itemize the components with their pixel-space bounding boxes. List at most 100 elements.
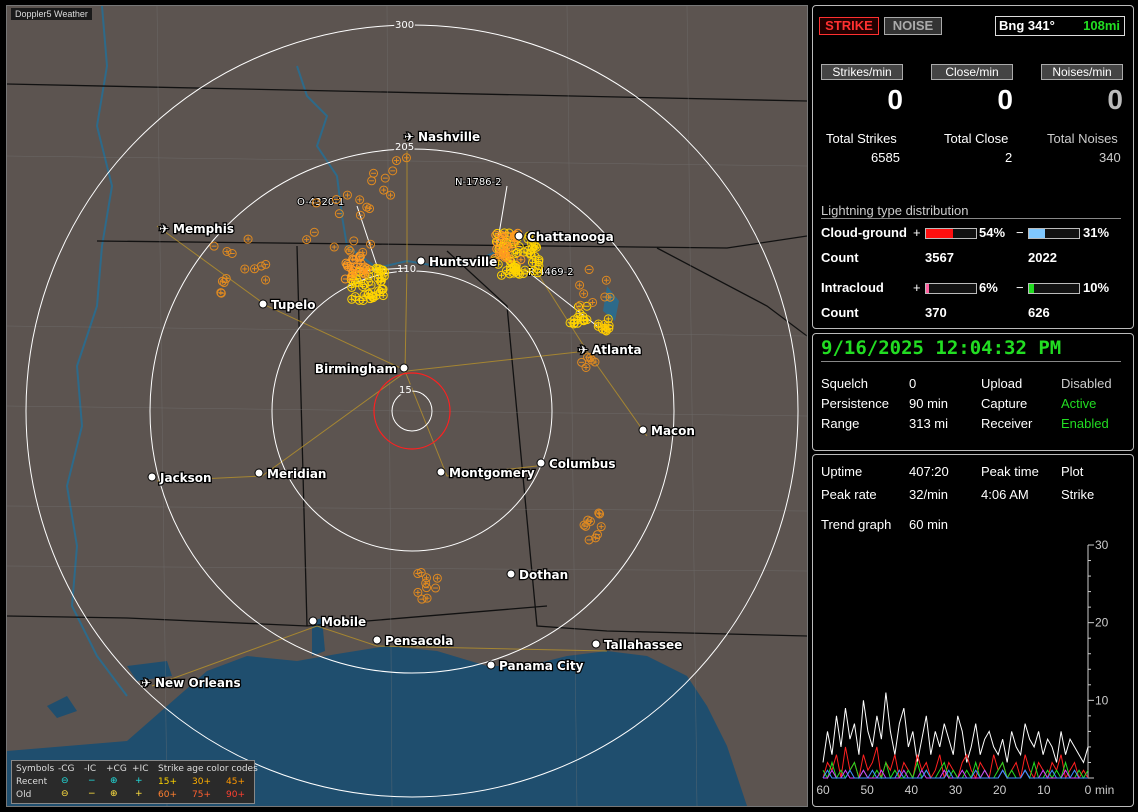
noises-per-min-value: 0 [1107, 84, 1123, 115]
strike-marker [309, 227, 319, 237]
age-15: 15+ [158, 777, 177, 787]
strike-tab[interactable]: STRIKE [819, 17, 879, 35]
cloud-ground-label: Cloud-ground [821, 225, 907, 240]
strike-marker [302, 235, 312, 245]
gulf-coast-river [47, 696, 77, 718]
svg-text:✈: ✈ [141, 676, 151, 690]
trend-x-tick-label: 50 [860, 783, 874, 797]
strike-marker [209, 241, 219, 251]
svg-text:Dothan: Dothan [519, 568, 568, 582]
cg-positive-bar [925, 228, 977, 239]
trend-x-tick-label: 40 [905, 783, 919, 797]
mississippi-river [65, 6, 128, 697]
ring-label-110: 110 [397, 264, 416, 275]
city-tallahassee: Tallahassee [591, 637, 684, 653]
cg-positive-pct: 54% [979, 225, 1006, 240]
strikes-per-min-value: 0 [887, 84, 903, 115]
city-memphis: ✈ Memphis [158, 221, 235, 238]
strike-stats-panel: STRIKE NOISE Bng 341° 108mi Strikes/min … [812, 5, 1134, 329]
map-canvas[interactable]: 300 205 110 15 O-4320-1 N-1786-2 R-4469-… [7, 6, 807, 806]
persistence-value: 90 min [909, 396, 949, 411]
age-90: 90+ [226, 790, 245, 800]
age-60: 60+ [158, 790, 177, 800]
storm-label-r4469: R-4469-2 [528, 267, 574, 278]
storm-label-n1786: N-1786-2 [455, 177, 502, 188]
uptime-value: 407:20 [909, 464, 949, 479]
cg-count-label: Count [821, 250, 859, 265]
legend-header-neg-cg: -CG [58, 764, 75, 774]
strikes-per-min-button[interactable]: Strikes/min [821, 64, 903, 80]
ic-negative-sign: − [1016, 280, 1024, 295]
city-tupelo: Tupelo [258, 297, 317, 313]
persistence-label: Persistence [821, 396, 889, 411]
svg-text:✈: ✈ [404, 130, 414, 144]
city-atlanta: ✈ Atlanta [577, 342, 643, 359]
trend-x-tick-label: 30 [949, 783, 963, 797]
city-dothan: Dothan [506, 567, 569, 583]
svg-text:Columbus: Columbus [549, 457, 616, 471]
ring-label-300: 300 [395, 20, 414, 31]
status-panel: 9/16/2025 12:04:32 PM Squelch 0 Upload D… [812, 333, 1134, 451]
pos-cg-old-icon: ⊕ [110, 789, 118, 799]
svg-text:New Orleans: New Orleans [155, 676, 241, 690]
trend-panel: Uptime 407:20 Peak time Plot Peak rate 3… [812, 454, 1134, 807]
strike-marker [256, 261, 266, 271]
svg-text:Meridian: Meridian [267, 467, 326, 481]
city-pensacola: Pensacola [372, 633, 455, 649]
strike-markers [209, 153, 615, 604]
legend-old-label: Old [16, 790, 32, 800]
noise-tab[interactable]: NOISE [884, 17, 942, 35]
ring-label-15: 15 [399, 385, 412, 396]
trend-x-tick-label: 20 [993, 783, 1007, 797]
total-close-value: 2 [1005, 150, 1013, 165]
strike-marker [367, 176, 377, 186]
strike-marker [516, 255, 526, 265]
strike-marker [222, 246, 232, 256]
age-45: 45+ [226, 777, 245, 787]
strike-marker [240, 264, 250, 274]
plot-value[interactable]: Strike [1061, 487, 1094, 502]
city-birmingham: Birmingham [314, 361, 409, 377]
noises-per-min-button[interactable]: Noises/min [1041, 64, 1123, 80]
datetime-display: 9/16/2025 12:04:32 PM [821, 337, 1121, 362]
strike-marker [216, 288, 226, 298]
strike-marker [261, 275, 271, 285]
svg-text:Chattanooga: Chattanooga [527, 230, 614, 244]
svg-text:Birmingham: Birmingham [315, 362, 397, 376]
ic-positive-pct: 6% [979, 280, 998, 295]
ic-negative-bar [1028, 283, 1080, 294]
trend-y-tick-label: 30 [1095, 538, 1109, 552]
city-chattanooga: Chattanooga [514, 229, 615, 245]
ic-negative-pct: 10% [1083, 280, 1110, 295]
strike-marker [386, 190, 396, 200]
total-noises-label: Total Noises [1047, 131, 1118, 146]
strike-marker [355, 210, 365, 220]
close-per-min-button[interactable]: Close/min [931, 64, 1013, 80]
peak-time-label: Peak time [981, 464, 1039, 479]
range-label: Range [821, 416, 860, 431]
ic-positive-bar [925, 283, 977, 294]
age-30: 30+ [192, 777, 211, 787]
svg-text:✈: ✈ [159, 222, 169, 236]
capture-value: Active [1061, 396, 1097, 411]
svg-text:✈: ✈ [578, 343, 588, 357]
city-columbus: Columbus [536, 456, 617, 472]
legend-header-neg-ic: -IC [84, 764, 97, 774]
pos-ic-old-icon: + [135, 789, 143, 799]
trend-x-tick-label: 10 [1037, 783, 1051, 797]
trend-graph: 30 20 10 60 50 40 30 20 10 0 min [816, 538, 1114, 797]
receiver-label: Receiver [981, 416, 1033, 431]
city-new-orleans: ✈ New Orleans [140, 675, 242, 692]
lightning-map[interactable]: Doppler5 Weather 300 205 110 15 O-4320-1… [6, 5, 808, 807]
uptime-label: Uptime [821, 464, 863, 479]
bearing-value: Bng 341° [999, 18, 1055, 33]
tennessee-river [296, 65, 508, 270]
city-huntsville: Huntsville [416, 254, 499, 270]
strike-marker [388, 166, 398, 176]
trend-x-unit: min [1095, 783, 1114, 797]
close-per-min-value: 0 [997, 84, 1013, 115]
strike-marker [355, 195, 365, 205]
strike-marker [497, 270, 507, 280]
total-noises-value: 340 [1099, 150, 1121, 165]
plot-label: Plot [1061, 464, 1084, 479]
